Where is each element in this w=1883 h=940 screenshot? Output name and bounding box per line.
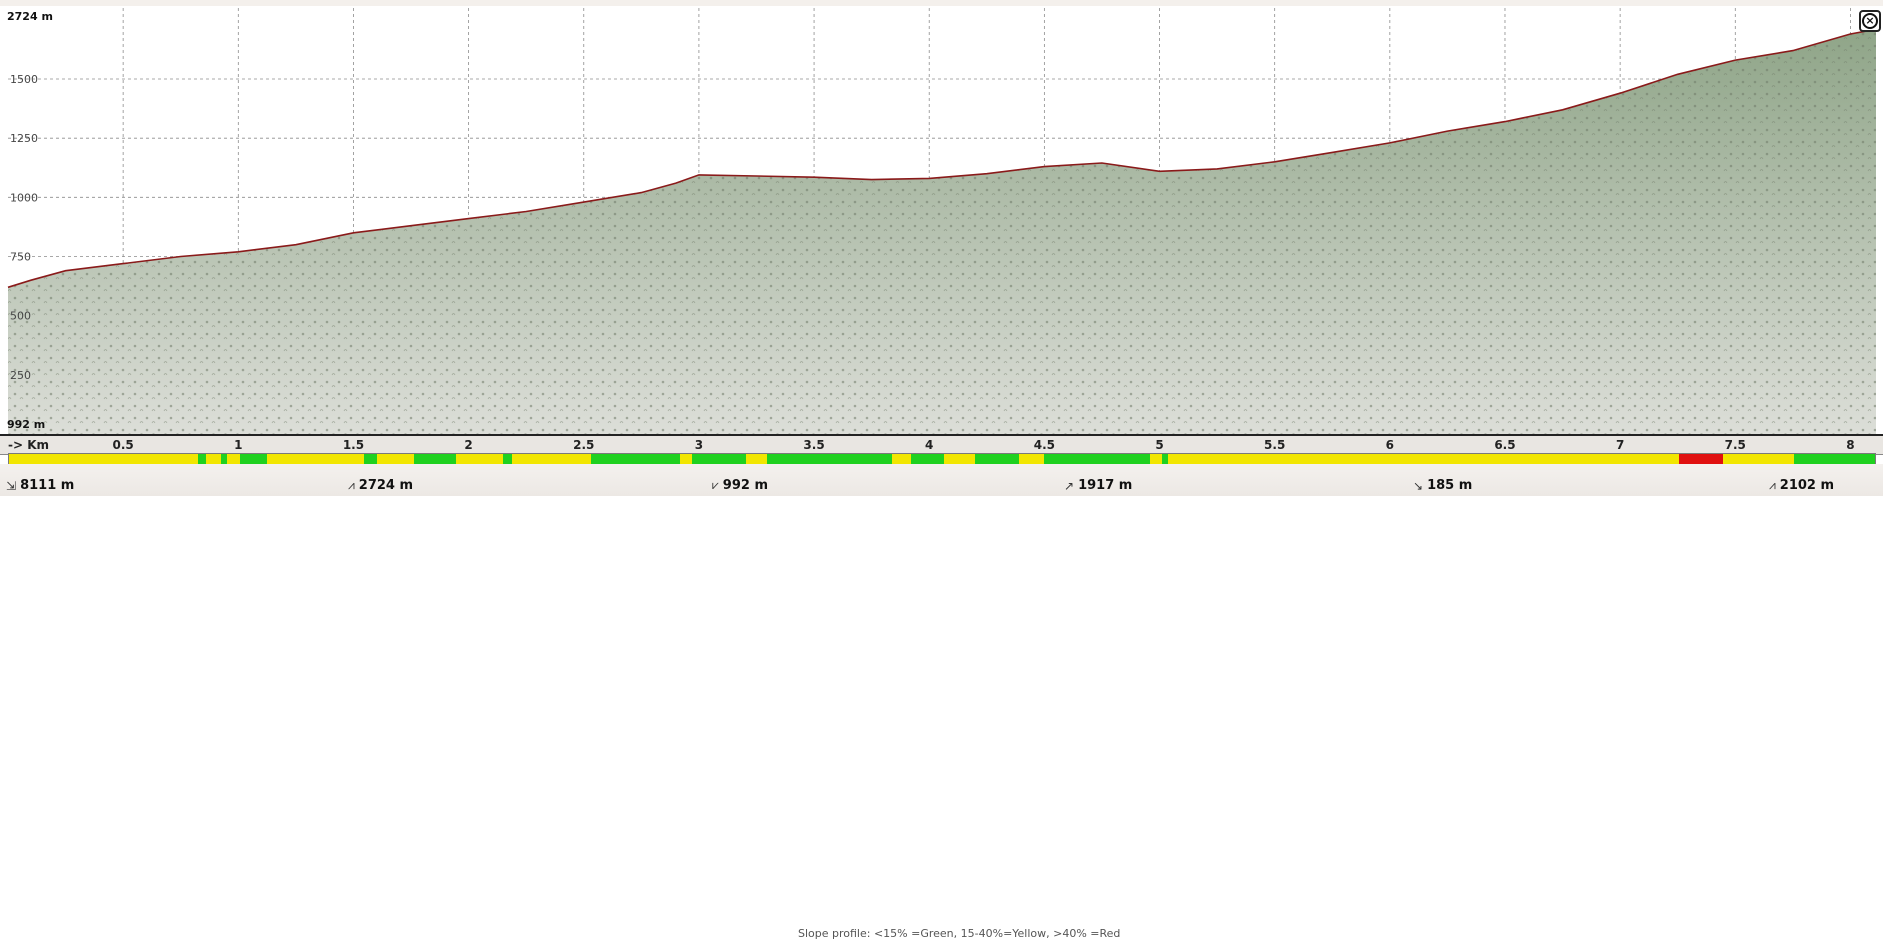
distance-icon: ⇲ [6,478,17,493]
x-tick-label: 5 [1155,438,1164,452]
close-icon: × [1862,13,1878,29]
y-tick-label: 1250 [10,132,38,145]
min-altitude-icon: ⩗ [712,478,719,492]
slope-segment-green [503,454,512,464]
slope-segment-green [198,454,207,464]
terrain-texture [8,29,1876,434]
min-altitude-label: 992 m [7,418,46,431]
y-tick-label: 750 [10,251,31,264]
x-tick-label: 1.5 [342,438,365,452]
stat-end-altitude: ⩘ 2102 m [1769,478,1834,493]
slope-segment-green [692,454,747,464]
close-button[interactable]: × [1859,10,1881,32]
x-tick-label: 2.5 [573,438,595,452]
x-tick-label: 0.5 [112,438,134,452]
slope-segment-yellow [1168,454,1385,464]
slope-segment-yellow [206,454,221,464]
slope-segment-yellow [1149,454,1162,464]
slope-segment-green [414,454,456,464]
x-tick-label: 7 [1615,438,1625,452]
stat-value: 2102 m [1779,478,1835,493]
slope-segment-yellow [227,454,240,464]
y-tick-label: 1500 [10,73,38,86]
x-axis-label: -> Km [8,438,50,452]
x-tick-label: 3 [694,438,704,452]
slope-segment-yellow [746,454,768,464]
slope-segment-green [364,454,377,464]
stat-value: 992 m [722,478,768,493]
x-tick-label: 3.5 [803,438,825,452]
stat-distance: ⇲ 8111 m [6,478,74,493]
stat-max-altitude: ⩘ 2724 m [348,478,413,493]
stat-value: 185 m [1427,478,1473,493]
slope-segment-yellow [266,454,365,464]
stat-value: 8111 m [20,478,75,493]
ascent-icon: ↗ [1064,478,1075,493]
x-axis: -> Km 0.5 1 1.5 2 2.5 3 3.5 4 4.5 5 5.5 6 6.5 7 7.5 8 [0,434,1883,455]
slope-segment-yellow [1384,454,1582,464]
stat-ascent: ↗ 1917 m [1064,478,1132,493]
slope-segment-green [239,454,267,464]
stat-descent: ↘ 185 m [1413,478,1472,493]
x-tick-label: 1 [234,438,243,452]
slope-segment-yellow [943,454,975,464]
stats-bar: Slope profile: <15% =Green, 15-40%=Yello… [0,464,1883,940]
stat-value: 2724 m [358,478,414,493]
slope-segment-green [590,454,680,464]
descent-icon: ↘ [1413,478,1424,493]
slope-segment-green [974,454,1019,464]
slope-segment-yellow [1018,454,1044,464]
slope-legend: Slope profile: <15% =Green, 15-40%=Yello… [798,927,1121,940]
x-tick-label: 2 [464,438,473,452]
stat-min-altitude: ⩗ 992 m [712,478,768,493]
max-altitude-label: 2724 m [7,10,53,23]
slope-segment-yellow [1581,454,1680,464]
y-tick-label: 1000 [10,191,38,204]
x-tick-label: 8 [1846,438,1855,452]
slope-segment-green [767,454,892,464]
x-tick-label: 6 [1385,438,1394,452]
slope-segment-yellow [376,454,415,464]
slope-segment-green [1793,454,1875,464]
slope-segment-yellow [891,454,911,464]
slope-segment-yellow [9,454,199,464]
end-altitude-icon: ⩘ [1769,478,1776,492]
max-altitude-icon: ⩘ [348,478,355,492]
x-tick-label: 5.5 [1264,438,1286,452]
slope-segment-red [1679,454,1723,464]
x-tick-label: 7.5 [1724,438,1746,452]
y-tick-label: 250 [10,369,31,382]
elevation-profile-chart: 1500 1250 1000 750 500 250 [7,8,1877,434]
x-tick-label: 4.5 [1033,438,1055,452]
slope-segment-yellow [680,454,693,464]
x-tick-label: 6.5 [1494,438,1516,452]
slope-segment-yellow [511,454,591,464]
slope-segment-green [1043,454,1150,464]
stat-value: 1917 m [1078,478,1133,493]
slope-segment-yellow [1722,454,1794,464]
slope-segment-yellow [455,454,504,464]
y-tick-label: 500 [10,310,31,323]
slope-segment-green [910,454,944,464]
x-tick-label: 4 [925,438,934,452]
